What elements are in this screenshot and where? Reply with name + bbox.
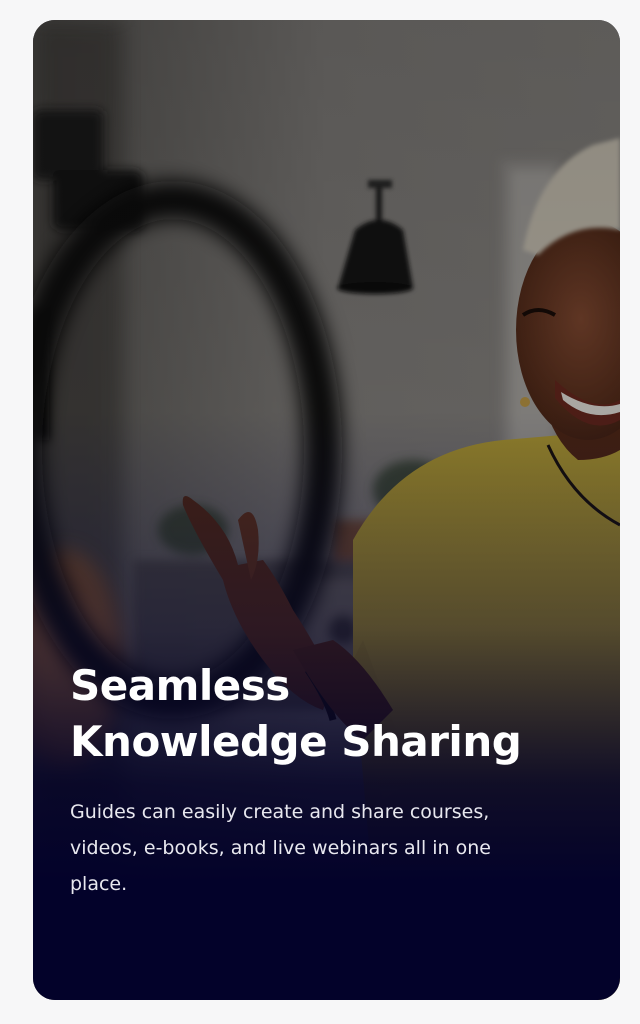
slide-title-line-1: Seamless bbox=[70, 661, 290, 710]
onboarding-card: Seamless Knowledge Sharing Guides can ea… bbox=[33, 20, 620, 1000]
slide-title: Seamless Knowledge Sharing bbox=[70, 658, 580, 770]
slide-description: Guides can easily create and share cours… bbox=[70, 801, 491, 895]
slide-title-line-2: Knowledge Sharing bbox=[70, 717, 522, 766]
slide-content: Seamless Knowledge Sharing Guides can ea… bbox=[70, 658, 580, 902]
